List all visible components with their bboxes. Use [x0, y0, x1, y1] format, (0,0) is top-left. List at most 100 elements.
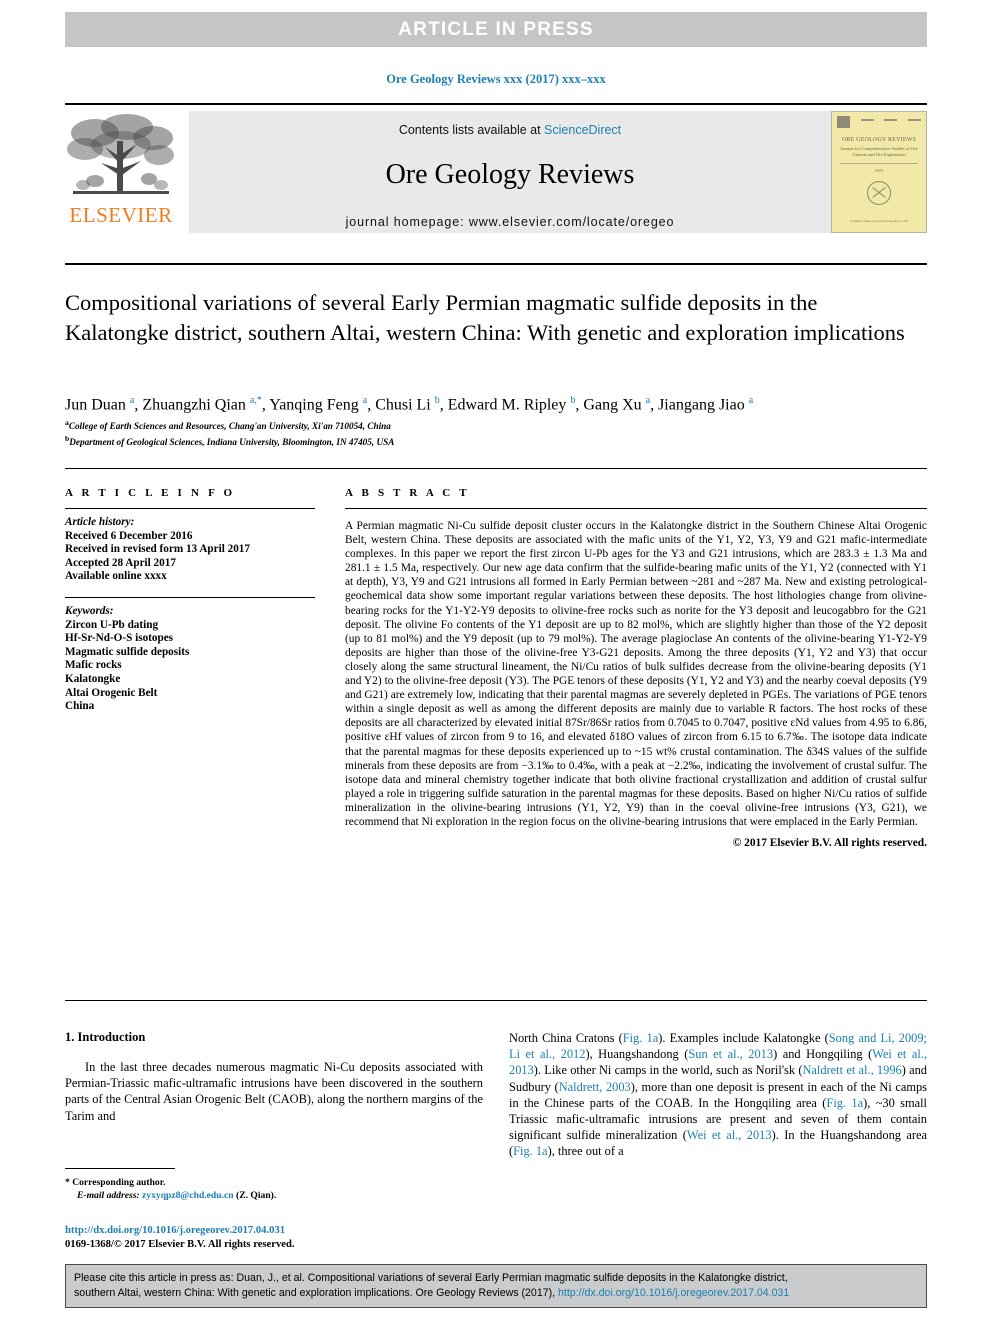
- journal-masthead: ELSEVIER Contents lists available at Sci…: [65, 103, 927, 238]
- abstract-column: A B S T R A C T A Permian magmatic Ni-Cu…: [345, 487, 927, 849]
- author-affil-marker: a: [129, 395, 135, 406]
- cover-dash-3: [907, 119, 921, 121]
- text-run: ). Examples include Kalatongke (: [658, 1031, 829, 1045]
- info-divider: [65, 468, 927, 469]
- journal-cover-thumbnail: ORE GEOLOGY REVIEWS Journal for Comprehe…: [831, 111, 927, 233]
- keyword-item: Hf-Sr-Nd-O-S isotopes: [65, 632, 174, 645]
- history-item: Accepted 28 April 2017: [65, 556, 176, 569]
- abstract-text: A Permian magmatic Ni-Cu sulfide deposit…: [345, 520, 928, 828]
- section-heading-introduction: 1. Introduction: [65, 1030, 146, 1044]
- cover-subtitle: Journal for Comprehensive Studies of Ore…: [840, 146, 918, 157]
- contents-line: Contents lists available at ScienceDirec…: [189, 111, 831, 137]
- email-suffix: (Z. Qian).: [236, 1190, 277, 1201]
- article-in-press-label: ARTICLE IN PRESS: [398, 19, 594, 40]
- footnote-block: * Corresponding author. E-mail address: …: [65, 1176, 485, 1202]
- cite-this-article-box: Please cite this article in press as: Du…: [65, 1264, 927, 1308]
- cover-footline: available online at www.sciencedirect.co…: [849, 219, 909, 223]
- article-history-label: Article history:: [65, 516, 135, 528]
- keyword-item: Altai Orogenic Belt: [65, 686, 158, 699]
- footnote-divider: [65, 1168, 175, 1169]
- text-run: ). Like other Ni camps in the world, suc…: [533, 1063, 803, 1078]
- masthead-center-panel: Contents lists available at ScienceDirec…: [189, 111, 831, 233]
- keyword-item: Magmatic sulfide deposits: [65, 645, 190, 658]
- citation-link[interactable]: Fig. 1a: [513, 1144, 547, 1158]
- doi-block: http://dx.doi.org/10.1016/j.oregeorev.20…: [65, 1224, 495, 1251]
- journal-homepage[interactable]: journal homepage: www.elsevier.com/locat…: [189, 215, 831, 229]
- cover-dash-1: [860, 119, 874, 121]
- cover-title: ORE GEOLOGY REVIEWS: [841, 137, 917, 143]
- cover-issn: ISSN: [875, 169, 883, 173]
- text-run: ) and Hongqiling (: [773, 1047, 873, 1062]
- citation-link[interactable]: Naldrett et al., 1996: [802, 1063, 901, 1077]
- elsevier-tree-icon: [67, 114, 174, 194]
- keyword-item: Kalatongke: [65, 672, 121, 685]
- affiliation-b: bDepartment of Geological Sciences, Indi…: [65, 433, 395, 447]
- affiliation-list: aCollege of Earth Sciences and Resources…: [65, 417, 925, 448]
- elsevier-logo: ELSEVIER: [65, 111, 183, 233]
- sciencedirect-link[interactable]: ScienceDirect: [544, 123, 621, 137]
- citation-link[interactable]: Naldrett, 2003: [559, 1080, 631, 1094]
- corresponding-marker: *: [65, 1177, 70, 1188]
- affiliation-a: aCollege of Earth Sciences and Resources…: [65, 418, 391, 432]
- author-affil-marker: b: [434, 395, 440, 406]
- doi-link[interactable]: http://dx.doi.org/10.1016/j.oregeorev.20…: [65, 1224, 495, 1238]
- abstract-heading: A B S T R A C T: [345, 487, 470, 499]
- history-item: Available online xxxx: [65, 570, 167, 583]
- contents-prefix: Contents lists available at: [398, 123, 545, 137]
- text-run: North China Cratons (: [509, 1031, 623, 1045]
- citation-link[interactable]: Sun et al., 2013: [688, 1047, 773, 1061]
- body-column-right: North China Cratons (Fig. 1a). Examples …: [509, 1030, 927, 1160]
- abstract-bottom-divider: [65, 1000, 927, 1001]
- article-info-column: A R T I C L E I N F O Article history: R…: [65, 487, 315, 714]
- cover-badge-icon: [837, 116, 850, 128]
- keyword-item: Mafic rocks: [65, 659, 122, 672]
- email-link[interactable]: zyxyqpz8@chd.edu.cn: [142, 1190, 234, 1201]
- author-affil-marker: b: [570, 395, 576, 406]
- issn-copyright-line: 0169-1368/© 2017 Elsevier B.V. All right…: [65, 1238, 295, 1250]
- cover-top-row: [837, 116, 921, 130]
- email-note: E-mail address: zyxyqpz8@chd.edu.cn (Z. …: [65, 1189, 485, 1202]
- article-info-heading: A R T I C L E I N F O: [65, 487, 236, 499]
- abstract-rule: [345, 508, 927, 509]
- author-affil-marker: a: [362, 395, 368, 406]
- corresponding-author-note: * Corresponding author.: [65, 1176, 485, 1189]
- page-title: Compositional variations of several Earl…: [65, 290, 905, 345]
- cover-emblem-icon: [867, 181, 891, 205]
- corresponding-label: Corresponding author.: [72, 1177, 166, 1188]
- author-affil-marker: a: [645, 395, 651, 406]
- journal-title: Ore Geology Reviews: [385, 159, 635, 190]
- journal-article-page: ARTICLE IN PRESS Ore Geology Reviews xxx…: [0, 0, 992, 1323]
- cite-line-2: southern Altai, western China: With gene…: [74, 1286, 918, 1301]
- abstract-copyright: © 2017 Elsevier B.V. All rights reserved…: [732, 837, 927, 850]
- text-run: ), Huangshandong (: [585, 1047, 689, 1062]
- elsevier-wordmark: ELSEVIER: [69, 203, 173, 227]
- keywords-label: Keywords:: [65, 604, 114, 617]
- article-in-press-banner: ARTICLE IN PRESS: [65, 12, 927, 47]
- keyword-item: Zircon U-Pb dating: [65, 618, 159, 631]
- running-head: Ore Geology Reviews xxx (2017) xxx–xxx: [386, 72, 606, 86]
- article-info-rule: [65, 508, 315, 509]
- cite-line-2-text: southern Altai, western China: With gene…: [74, 1287, 559, 1299]
- cover-rule: [840, 163, 918, 164]
- citation-link[interactable]: Wei et al., 2013: [687, 1128, 772, 1142]
- intro-paragraph-left: In the last three decades numerous magma…: [65, 1060, 483, 1123]
- citation-link[interactable]: Fig. 1a: [826, 1096, 863, 1110]
- email-label: E-mail address:: [77, 1190, 140, 1201]
- article-history-block: Article history: Received 6 December 201…: [65, 516, 315, 584]
- keywords-divider: [65, 596, 315, 598]
- history-item: Received 6 December 2016: [65, 529, 193, 542]
- cite-doi-link[interactable]: http://dx.doi.org/10.1016/j.oregeorev.20…: [558, 1287, 789, 1299]
- cite-line-1: Please cite this article in press as: Du…: [74, 1272, 788, 1284]
- cover-dash-2: [884, 119, 898, 121]
- author-affil-marker: a: [748, 395, 754, 406]
- keyword-item: China: [65, 700, 95, 713]
- citation-link[interactable]: Fig. 1a: [623, 1031, 659, 1045]
- history-item: Received in revised form 13 April 2017: [65, 543, 250, 556]
- keywords-block: Keywords: Zircon U-Pb dating Hf-Sr-Nd-O-…: [65, 605, 315, 714]
- intro-paragraph-right: North China Cratons (Fig. 1a). Examples …: [509, 1030, 927, 1160]
- title-divider: [65, 263, 927, 265]
- text-run: ), three out of a: [547, 1144, 624, 1159]
- body-column-left: 1. Introduction In the last three decade…: [65, 1030, 483, 1124]
- author-affil-marker: a,*: [249, 395, 262, 406]
- author-list: Jun Duan a, Zhuangzhi Qian a,*, Yanqing …: [65, 395, 754, 414]
